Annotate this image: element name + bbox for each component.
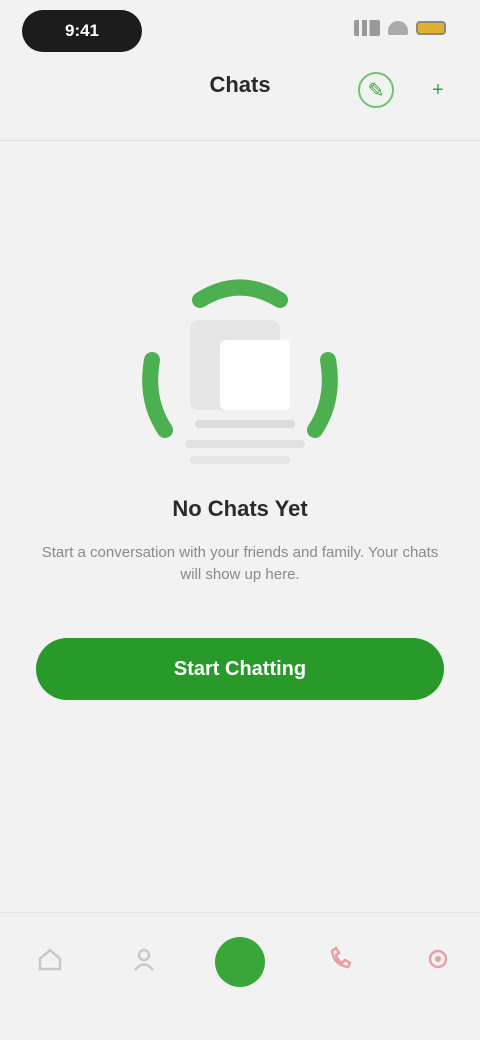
add-button[interactable]: + [420,72,456,108]
system-icons [354,20,446,36]
tab-bar [0,912,480,1040]
illustration-arc-top [192,279,288,308]
add-icon: + [432,78,444,101]
tab-contacts[interactable] [104,937,184,1017]
page-title: Chats [209,72,271,97]
illustration-line-2 [185,440,305,448]
empty-state-title: No Chats Yet [172,496,308,521]
header-divider [0,140,480,141]
tab-home[interactable] [10,937,90,1017]
battery-icon [416,21,446,35]
status-bar: 9:41 [0,0,480,62]
compose-button[interactable]: ✎ [358,72,394,108]
signal-icon [354,20,380,36]
tab-chats[interactable] [200,937,280,1017]
illustration-line-1 [195,420,295,428]
empty-state-description: Start a conversation with your friends a… [41,544,439,583]
tab-settings[interactable] [398,937,478,1017]
status-time: 9:41 [22,10,142,52]
illustration-card-front [220,340,290,410]
settings-icon [428,949,448,969]
illustration-arc-left [142,352,173,438]
compose-icon: ✎ [367,79,385,102]
empty-chats-illustration [142,279,338,464]
chats-icon [215,937,265,987]
illustration-arc-right [307,352,338,438]
header: Chats ✎ + [0,62,480,132]
tab-calls[interactable] [300,937,380,1017]
home-icon [38,948,62,971]
illustration-line-3 [190,456,290,464]
calls-icon [330,946,352,969]
contacts-icon [134,948,154,971]
start-chatting-button[interactable]: Start Chatting [36,638,444,700]
wifi-icon [388,21,408,35]
